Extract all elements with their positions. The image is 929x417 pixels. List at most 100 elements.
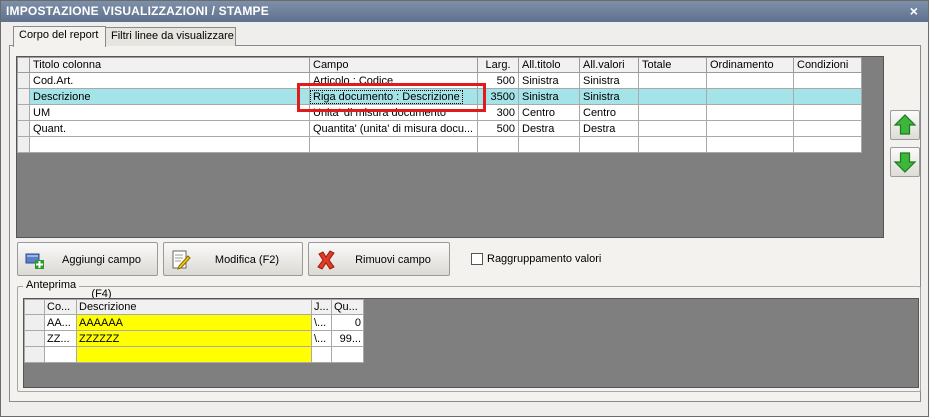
row-selector[interactable] [17, 72, 30, 89]
col-header-all-titolo[interactable]: All.titolo [518, 57, 580, 73]
col-header-titolo[interactable]: Titolo colonna [29, 57, 310, 73]
add-field-button[interactable]: Aggiungi campo (F4) [17, 242, 158, 300]
remove-field-button[interactable]: Rimuovi campo [308, 242, 450, 276]
col-header-ordinamento[interactable]: Ordinamento [706, 57, 794, 73]
table-row[interactable]: Quant. Quantita' (unita' di misura docu.… [17, 120, 862, 137]
cell-ordinamento[interactable] [706, 88, 794, 105]
row-selector[interactable] [24, 346, 45, 363]
cell-larg[interactable]: 500 [477, 72, 519, 89]
row-selector[interactable] [17, 104, 30, 121]
cell-totale[interactable] [638, 72, 707, 89]
preview-cell[interactable]: \... [311, 330, 332, 347]
table-row[interactable]: Cod.Art. Articolo : Codice 500 Sinistra … [17, 72, 862, 89]
tab-corpo-del-report[interactable]: Corpo del report [13, 26, 106, 47]
col-header-all-valori[interactable]: All.valori [579, 57, 639, 73]
preview-row[interactable] [24, 346, 364, 363]
columns-grid: Titolo colonna Campo Larg. All.titolo Al… [17, 57, 862, 153]
col-header-condizioni[interactable]: Condizioni [793, 57, 862, 73]
cell-campo[interactable]: Articolo : Codice [309, 72, 478, 89]
cell-totale[interactable] [638, 88, 707, 105]
empty-cell[interactable] [706, 136, 794, 153]
tab-filtri-linee[interactable]: Filtri linee da visualizzare [105, 27, 236, 46]
tab-label: Filtri linee da visualizzare [111, 30, 234, 42]
preview-grid-area: Co... Descrizione J... Qu... AA... AAAAA… [23, 298, 919, 388]
cell-all-titolo[interactable]: Centro [518, 104, 580, 121]
row-selector[interactable] [17, 88, 30, 105]
table-row-selected[interactable]: Descrizione Riga documento : Descrizione… [17, 88, 862, 105]
close-icon[interactable]: × [906, 3, 922, 19]
move-up-button[interactable] [890, 110, 920, 140]
new-row[interactable] [17, 136, 862, 153]
cell-titolo[interactable]: Quant. [29, 120, 310, 137]
group-values-label[interactable]: Raggruppamento valori [487, 252, 601, 266]
cell-condizioni[interactable] [793, 120, 862, 137]
preview-cell[interactable] [44, 346, 77, 363]
cell-campo[interactable]: Riga documento : Descrizione [309, 88, 478, 105]
empty-cell[interactable] [477, 136, 519, 153]
cell-ordinamento[interactable] [706, 120, 794, 137]
empty-cell[interactable] [309, 136, 478, 153]
cell-titolo[interactable]: Cod.Art. [29, 72, 310, 89]
col-header-totale[interactable]: Totale [638, 57, 707, 73]
col-header-campo[interactable]: Campo [309, 57, 478, 73]
empty-cell[interactable] [793, 136, 862, 153]
cell-campo[interactable]: Unita' di misura documento [309, 104, 478, 121]
col-header-larg[interactable]: Larg. [477, 57, 519, 73]
preview-cell[interactable]: AAAAAA [76, 314, 312, 331]
preview-cell[interactable]: \... [311, 314, 332, 331]
cell-campo[interactable]: Quantita' (unita' di misura docu... [309, 120, 478, 137]
table-row[interactable]: UM Unita' di misura documento 300 Centro… [17, 104, 862, 121]
preview-row[interactable]: ZZ... ZZZZZZ \... 99... [24, 330, 364, 347]
cell-totale[interactable] [638, 104, 707, 121]
empty-cell[interactable] [29, 136, 310, 153]
cell-all-titolo[interactable]: Sinistra [518, 88, 580, 105]
cell-titolo[interactable]: Descrizione [29, 88, 310, 105]
empty-cell[interactable] [518, 136, 580, 153]
cell-all-valori[interactable]: Centro [579, 104, 639, 121]
preview-col-header[interactable]: J... [311, 299, 332, 315]
move-down-button[interactable] [890, 147, 920, 177]
cell-larg[interactable]: 300 [477, 104, 519, 121]
row-selector[interactable] [24, 314, 45, 331]
focused-cell-value[interactable]: Riga documento : Descrizione [310, 89, 463, 104]
row-selector[interactable] [24, 330, 45, 347]
tab-label: Corpo del report [19, 29, 99, 41]
arrow-down-icon [893, 152, 917, 173]
cell-ordinamento[interactable] [706, 104, 794, 121]
group-values-checkbox[interactable] [471, 253, 483, 265]
cell-all-titolo[interactable]: Destra [518, 120, 580, 137]
grid-header-row: Titolo colonna Campo Larg. All.titolo Al… [17, 57, 862, 73]
cell-all-titolo[interactable]: Sinistra [518, 72, 580, 89]
cell-condizioni[interactable] [793, 104, 862, 121]
empty-cell[interactable] [638, 136, 707, 153]
preview-cell[interactable] [311, 346, 332, 363]
preview-col-header[interactable]: Qu... [331, 299, 364, 315]
preview-row[interactable]: AA... AAAAAA \... 0 [24, 314, 364, 331]
cell-totale[interactable] [638, 120, 707, 137]
columns-grid-area: Titolo colonna Campo Larg. All.titolo Al… [16, 56, 884, 238]
cell-all-valori[interactable]: Destra [579, 120, 639, 137]
remove-icon [317, 250, 335, 270]
cell-all-valori[interactable]: Sinistra [579, 72, 639, 89]
cell-all-valori[interactable]: Sinistra [579, 88, 639, 105]
preview-cell[interactable]: ZZ... [44, 330, 77, 347]
preview-cell[interactable] [331, 346, 364, 363]
row-selector[interactable] [17, 120, 30, 137]
preview-cell[interactable]: 0 [331, 314, 364, 331]
cell-ordinamento[interactable] [706, 72, 794, 89]
cell-larg[interactable]: 3500 [477, 88, 519, 105]
empty-cell[interactable] [579, 136, 639, 153]
row-selector[interactable] [17, 136, 30, 153]
cell-condizioni[interactable] [793, 72, 862, 89]
title-bar: IMPOSTAZIONE VISUALIZZAZIONI / STAMPE × [1, 1, 928, 22]
preview-col-header[interactable]: Co... [44, 299, 77, 315]
edit-button[interactable]: Modifica (F2) [163, 242, 303, 276]
preview-cell[interactable]: AA... [44, 314, 77, 331]
preview-cell[interactable]: ZZZZZZ [76, 330, 312, 347]
cell-titolo[interactable]: UM [29, 104, 310, 121]
cell-condizioni[interactable] [793, 88, 862, 105]
preview-cell[interactable] [76, 346, 312, 363]
preview-col-header[interactable]: Descrizione [76, 299, 312, 315]
cell-larg[interactable]: 500 [477, 120, 519, 137]
preview-cell[interactable]: 99... [331, 330, 364, 347]
